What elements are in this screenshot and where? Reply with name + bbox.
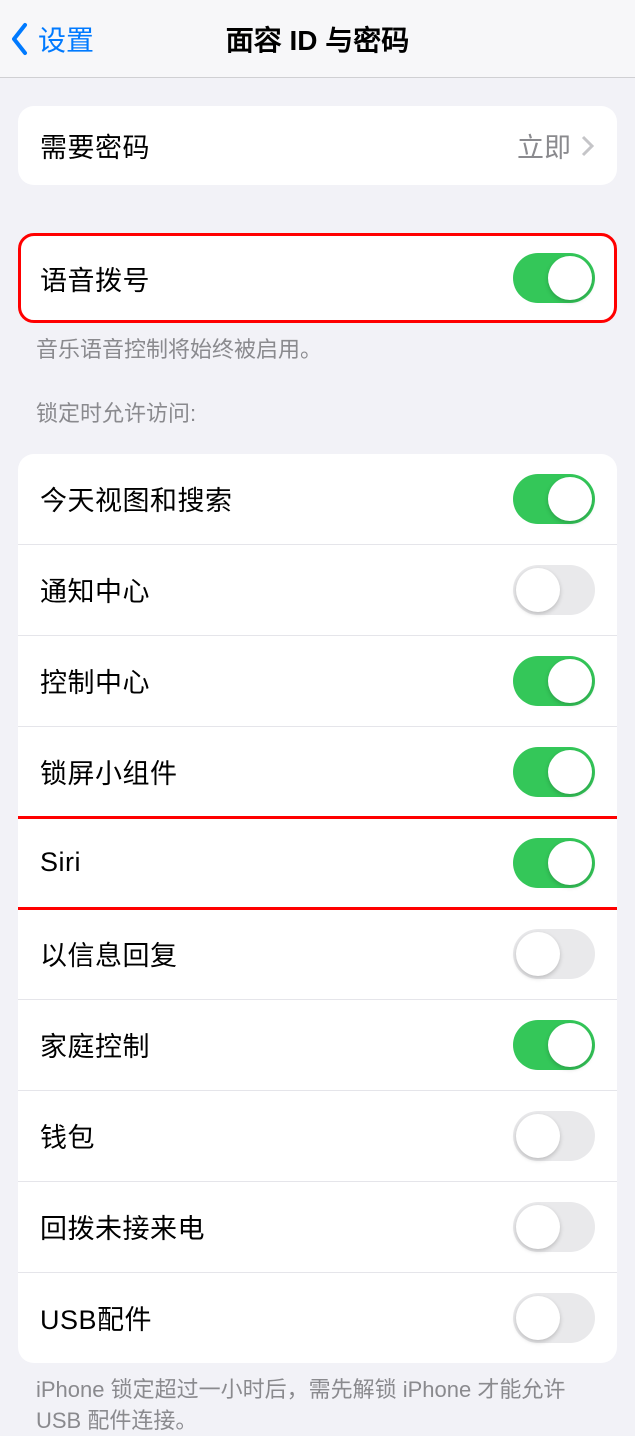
lock-access-label: 控制中心 bbox=[40, 661, 150, 700]
back-button[interactable]: 设置 bbox=[0, 19, 94, 59]
chevron-left-icon bbox=[10, 22, 30, 56]
require-passcode-row[interactable]: 需要密码 立即 bbox=[18, 106, 617, 185]
lock-access-toggle[interactable] bbox=[513, 747, 595, 797]
voice-dial-toggle[interactable] bbox=[513, 253, 595, 303]
lock-access-toggle[interactable] bbox=[513, 1293, 595, 1343]
lock-access-label: Siri bbox=[40, 847, 81, 878]
lock-access-toggle[interactable] bbox=[513, 929, 595, 979]
lock-access-row: 钱包 bbox=[18, 1091, 617, 1182]
lock-access-toggle[interactable] bbox=[513, 1202, 595, 1252]
page-title: 面容 ID 与密码 bbox=[226, 19, 410, 59]
require-passcode-value: 立即 bbox=[517, 126, 571, 165]
require-passcode-label: 需要密码 bbox=[40, 126, 150, 165]
lock-access-row: 今天视图和搜索 bbox=[18, 454, 617, 545]
lock-access-label: 回拨未接来电 bbox=[40, 1207, 205, 1246]
chevron-right-icon bbox=[581, 135, 595, 157]
lock-access-group: 今天视图和搜索通知中心控制中心锁屏小组件 Siri 以信息回复家庭控制钱包回拨未接来… bbox=[18, 454, 617, 1363]
lock-access-toggle[interactable] bbox=[513, 656, 595, 706]
lock-access-label: 钱包 bbox=[40, 1116, 95, 1155]
voice-dial-footer: 音乐语音控制将始终被启用。 bbox=[0, 323, 635, 366]
lock-access-label: 家庭控制 bbox=[40, 1025, 150, 1064]
lock-access-row: 回拨未接来电 bbox=[18, 1182, 617, 1273]
lock-access-toggle[interactable] bbox=[513, 565, 595, 615]
lock-access-label: 通知中心 bbox=[40, 570, 150, 609]
lock-access-header: 锁定时允许访问: bbox=[0, 366, 635, 436]
voice-dial-group: 语音拨号 bbox=[18, 233, 617, 323]
lock-access-row: Siri bbox=[18, 818, 617, 909]
lock-access-row: 通知中心 bbox=[18, 545, 617, 636]
voice-dial-row: 语音拨号 bbox=[18, 233, 617, 323]
lock-access-label: 以信息回复 bbox=[40, 934, 178, 973]
usb-footer: iPhone 锁定超过一小时后，需先解锁 iPhone 才能允许 USB 配件连… bbox=[0, 1363, 635, 1436]
lock-access-row: USB配件 bbox=[18, 1273, 617, 1363]
lock-access-row: 以信息回复 bbox=[18, 909, 617, 1000]
lock-access-toggle[interactable] bbox=[513, 1020, 595, 1070]
voice-dial-label: 语音拨号 bbox=[40, 259, 150, 298]
navbar: 设置 面容 ID 与密码 bbox=[0, 0, 635, 78]
lock-access-label: 今天视图和搜索 bbox=[40, 479, 233, 518]
back-label: 设置 bbox=[38, 19, 94, 59]
lock-access-toggle[interactable] bbox=[513, 838, 595, 888]
lock-access-label: 锁屏小组件 bbox=[40, 752, 178, 791]
lock-access-row: 锁屏小组件 bbox=[18, 727, 617, 818]
passcode-group: 需要密码 立即 bbox=[18, 106, 617, 185]
lock-access-label: USB配件 bbox=[40, 1298, 152, 1337]
lock-access-row: 控制中心 bbox=[18, 636, 617, 727]
lock-access-toggle[interactable] bbox=[513, 474, 595, 524]
lock-access-row: 家庭控制 bbox=[18, 1000, 617, 1091]
lock-access-toggle[interactable] bbox=[513, 1111, 595, 1161]
